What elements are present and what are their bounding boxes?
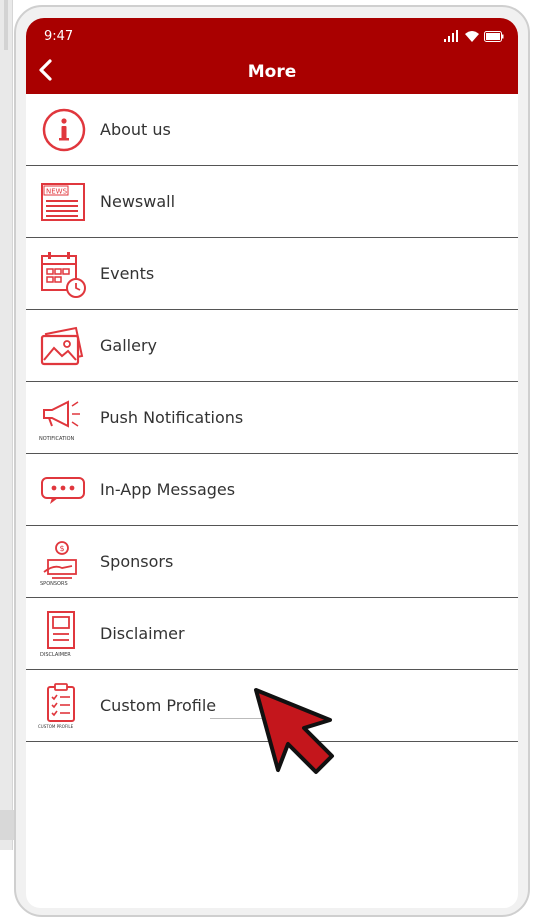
- signal-icon: [444, 30, 458, 42]
- menu-item-label: Sponsors: [100, 552, 174, 571]
- news-icon: NEWS: [41, 183, 85, 221]
- menu-item-sponsors[interactable]: $ SPONSORS Sponsors: [26, 526, 518, 598]
- app-header: 9:47 More: [26, 18, 518, 94]
- menu-item-push-notifications[interactable]: NOTIFICATION Push Notifications: [26, 382, 518, 454]
- status-icons: [444, 30, 504, 42]
- document-icon: DISCLAIMER: [40, 611, 75, 658]
- menu-item-disclaimer[interactable]: DISCLAIMER Disclaimer: [26, 598, 518, 670]
- menu-item-label: Events: [100, 264, 155, 283]
- info-icon: [42, 108, 86, 152]
- menu-item-label: Gallery: [100, 336, 157, 355]
- svg-text:NOTIFICATION: NOTIFICATION: [39, 436, 75, 442]
- menu-item-newswall[interactable]: NEWS Newswall: [26, 166, 518, 238]
- menu-item-label: Newswall: [100, 192, 176, 211]
- svg-text:NEWS: NEWS: [46, 188, 68, 196]
- megaphone-icon: NOTIFICATION: [39, 400, 80, 442]
- background-panel: [0, 0, 13, 850]
- svg-text:CUSTOM PROFILE: CUSTOM PROFILE: [38, 724, 74, 729]
- status-time: 9:47: [44, 29, 74, 44]
- page-title: More: [247, 62, 297, 82]
- svg-text:$: $: [60, 544, 65, 553]
- battery-icon: [484, 31, 504, 42]
- menu-list: About us NEWS Newswall Events Gallery NO…: [26, 94, 518, 742]
- gallery-icon: [40, 326, 84, 366]
- pointer-arrow-icon: [254, 688, 334, 774]
- menu-item-label: Disclaimer: [100, 624, 185, 643]
- phone-frame: 9:47 More About us NEWS Newswall Events …: [14, 5, 530, 917]
- sponsor-icon: $ SPONSORS: [40, 541, 77, 587]
- clipboard-icon: CUSTOM PROFILE: [38, 683, 75, 729]
- calendar-clock-icon: [41, 252, 86, 298]
- menu-item-label: Custom Profile: [100, 696, 217, 715]
- chat-bubble-icon: [41, 477, 85, 504]
- menu-item-events[interactable]: Events: [26, 238, 518, 310]
- menu-item-label: Push Notifications: [100, 408, 244, 427]
- svg-text:DISCLAIMER: DISCLAIMER: [40, 652, 71, 658]
- menu-item-about-us[interactable]: About us: [26, 94, 518, 166]
- menu-item-label: In-App Messages: [100, 480, 236, 499]
- menu-item-in-app-messages[interactable]: In-App Messages: [26, 454, 518, 526]
- menu-item-gallery[interactable]: Gallery: [26, 310, 518, 382]
- menu-item-label: About us: [100, 120, 171, 139]
- svg-text:SPONSORS: SPONSORS: [40, 581, 68, 587]
- wifi-icon: [465, 31, 479, 42]
